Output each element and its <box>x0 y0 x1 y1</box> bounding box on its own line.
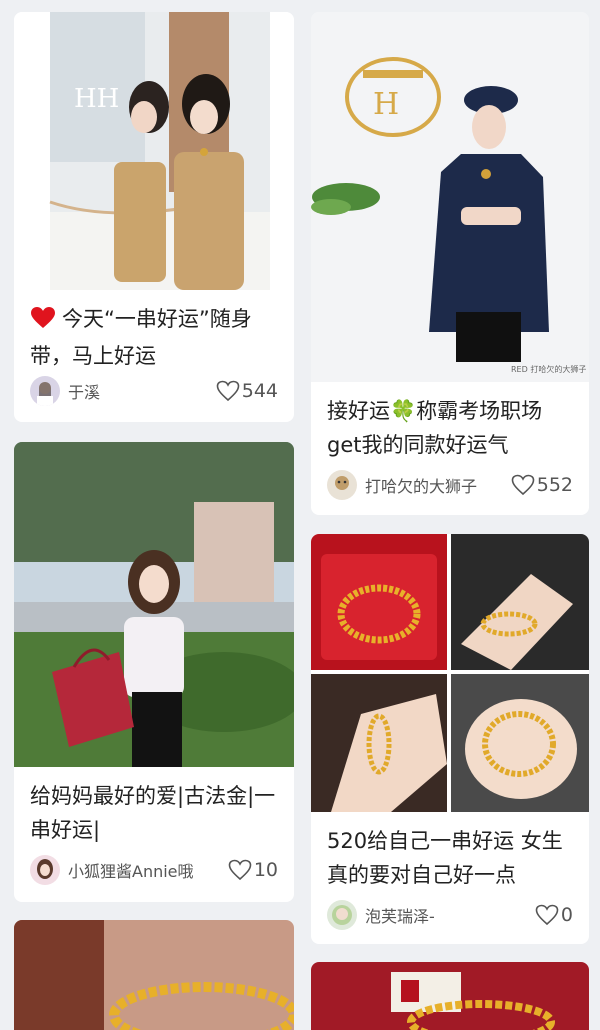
like-count: 0 <box>560 904 573 926</box>
author-name[interactable]: 打哈欠的大狮子 <box>365 473 477 497</box>
like-count: 552 <box>536 474 573 496</box>
post-photo <box>14 920 294 1030</box>
author-name[interactable]: 泡芙瑞泽- <box>365 903 435 927</box>
post-image[interactable]: H RED 打哈欠的大狮子 <box>311 12 589 382</box>
avatar[interactable] <box>30 376 60 406</box>
post-title[interactable]: 接好运🍀称霸考场职场get我的同款好运气 <box>311 394 589 462</box>
post-image[interactable] <box>311 534 589 812</box>
svg-text:H: H <box>373 87 399 122</box>
post-meta: 于溪 544 <box>30 376 278 406</box>
like-button[interactable]: 0 <box>535 904 573 926</box>
post-image[interactable] <box>14 920 294 1030</box>
like-button[interactable]: 10 <box>228 859 278 881</box>
like-button[interactable]: 552 <box>511 474 573 496</box>
post-meta: 小狐狸酱Annie哦 10 <box>30 855 278 885</box>
post-title[interactable]: 520给自己一串好运 女生真的要对自己好一点 <box>311 824 589 892</box>
post-title[interactable]: 给妈妈最好的爱|古法金|一串好运| <box>14 779 294 847</box>
like-count: 10 <box>253 859 278 881</box>
post-title-text: 今天“一串好运”随身带，马上好运 <box>30 307 252 368</box>
post-image[interactable] <box>311 962 589 1030</box>
post-photo: H RED 打哈欠的大狮子 <box>311 12 589 382</box>
svg-text:HH: HH <box>74 84 119 114</box>
avatar[interactable] <box>327 470 357 500</box>
post-photo <box>14 442 294 767</box>
post-image[interactable]: HH <box>14 12 294 290</box>
heart-outline-icon <box>535 904 559 926</box>
post-meta: 泡芙瑞泽- 0 <box>327 900 573 930</box>
author-name[interactable]: 于溪 <box>68 379 100 403</box>
feed-card[interactable]: 给妈妈最好的爱|古法金|一串好运| 小狐狸酱Annie哦 10 <box>14 442 294 902</box>
post-photo <box>311 962 589 1030</box>
post-image[interactable] <box>14 442 294 767</box>
post-title[interactable]: 今天“一串好运”随身带，马上好运 <box>14 302 294 373</box>
feed-card[interactable]: HH 今天“一串好运”随身带，马上好运 于溪 544 <box>14 12 294 422</box>
heart-emoji-icon <box>30 305 56 339</box>
heart-outline-icon <box>216 380 240 402</box>
post-photo <box>311 534 589 812</box>
like-button[interactable]: 544 <box>216 380 278 402</box>
post-meta: 打哈欠的大狮子 552 <box>327 470 573 500</box>
feed-card[interactable]: 520给自己一串好运 女生真的要对自己好一点 泡芙瑞泽- 0 <box>311 534 589 944</box>
avatar[interactable] <box>30 855 60 885</box>
author-name[interactable]: 小狐狸酱Annie哦 <box>68 858 194 882</box>
feed-card[interactable]: H RED 打哈欠的大狮子 接好运🍀称霸考场职场get我的同款好运气 打哈欠的大… <box>311 12 589 515</box>
feed-card[interactable] <box>14 920 294 1030</box>
post-photo: HH <box>49 12 270 290</box>
heart-outline-icon <box>511 474 535 496</box>
svg-text:RED 打哈欠的大狮子: RED 打哈欠的大狮子 <box>511 364 586 374</box>
like-count: 544 <box>241 380 278 402</box>
heart-outline-icon <box>228 859 252 881</box>
avatar[interactable] <box>327 900 357 930</box>
feed-card[interactable] <box>311 962 589 1030</box>
